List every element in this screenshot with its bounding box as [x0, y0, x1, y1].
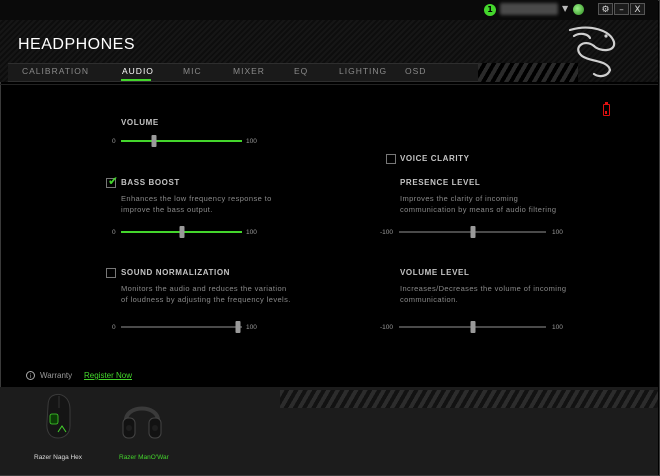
close-button[interactable]: X: [630, 3, 645, 15]
volume-level-slider-thumb[interactable]: [470, 321, 475, 333]
device-strip-decoration: [280, 390, 658, 408]
volume-min-label: 0: [112, 138, 116, 145]
tab-eq[interactable]: EQ: [294, 66, 308, 76]
volume-slider-fill: [121, 140, 242, 142]
register-now-link[interactable]: Register Now: [84, 371, 132, 380]
bass-boost-slider-thumb[interactable]: [179, 226, 184, 238]
sound-normalization-label: SOUND NORMALIZATION: [121, 268, 231, 277]
tab-mic[interactable]: MIC: [183, 66, 202, 76]
checkmark-icon: ✔: [108, 174, 119, 188]
device-name-razer-naga-hex[interactable]: Razer Naga Hex: [34, 454, 82, 461]
device-razer-manowar[interactable]: [118, 394, 166, 442]
bass-boost-slider[interactable]: [121, 226, 242, 238]
presence-level-slider[interactable]: [399, 226, 546, 238]
warranty-label: Warranty: [40, 371, 73, 380]
sound-normalization-description: Monitors the audio and reduces the varia…: [121, 284, 291, 304]
bass-boost-checkbox[interactable]: ✔: [106, 174, 119, 188]
volume-slider[interactable]: [121, 135, 242, 147]
tab-osd[interactable]: OSD: [405, 66, 426, 76]
headset-icon: [122, 406, 162, 439]
page-title: HEADPHONES: [18, 36, 136, 53]
tab-bar-decoration: [478, 63, 578, 82]
mouse-icon: [46, 394, 71, 439]
settings-button[interactable]: ⚙: [598, 3, 613, 15]
volume-max-label: 100: [246, 138, 257, 145]
volume-level-min-label: -100: [380, 324, 394, 331]
volume-slider-thumb[interactable]: [151, 135, 157, 147]
volume-level-description: Increases/Decreases the volume of incomi…: [400, 284, 567, 304]
sound-normalization-checkbox[interactable]: [106, 268, 116, 278]
sound-normalization-max-label: 100: [246, 324, 257, 331]
online-status-icon[interactable]: [573, 4, 584, 15]
voice-clarity-checkbox[interactable]: [386, 154, 396, 164]
title-bar: [0, 0, 658, 20]
bass-boost-max-label: 100: [246, 229, 257, 236]
tab-audio[interactable]: AUDIO: [122, 66, 154, 76]
presence-level-description: Improves the clarity of incoming communi…: [400, 194, 557, 214]
tab-calibration[interactable]: CALIBRATION: [22, 66, 89, 76]
tab-mixer[interactable]: MIXER: [233, 66, 265, 76]
tab-lighting[interactable]: LIGHTING: [339, 66, 387, 76]
device-razer-naga-hex[interactable]: [38, 392, 82, 440]
info-icon: i: [26, 371, 35, 380]
volume-label: VOLUME: [121, 118, 159, 127]
voice-clarity-label: VOICE CLARITY: [400, 154, 470, 163]
sound-normalization-slider[interactable]: [121, 321, 242, 333]
presence-level-max-label: 100: [552, 229, 563, 236]
bass-boost-min-label: 0: [112, 229, 116, 236]
bass-boost-label: BASS BOOST: [121, 178, 180, 187]
sound-normalization-slider-thumb[interactable]: [235, 321, 241, 333]
notification-badge[interactable]: 1: [484, 4, 496, 16]
account-dropdown-icon[interactable]: ▼: [562, 4, 568, 13]
volume-level-slider[interactable]: [399, 321, 546, 333]
bass-boost-description: Enhances the low frequency response to i…: [121, 194, 272, 214]
presence-level-min-label: -100: [380, 229, 394, 236]
battery-low-icon: [603, 102, 610, 116]
user-account-name[interactable]: [500, 3, 558, 15]
presence-level-slider-thumb[interactable]: [470, 226, 475, 238]
presence-level-label: PRESENCE LEVEL: [400, 178, 481, 187]
sound-normalization-min-label: 0: [112, 324, 116, 331]
active-tab-indicator: [121, 79, 151, 81]
volume-level-max-label: 100: [552, 324, 563, 331]
sound-normalization-slider-track: [121, 326, 242, 328]
device-name-razer-manowar[interactable]: Razer ManO'War: [119, 454, 169, 461]
minimize-button[interactable]: –: [614, 3, 629, 15]
volume-level-label: VOLUME LEVEL: [400, 268, 470, 277]
header-divider: [0, 84, 658, 85]
